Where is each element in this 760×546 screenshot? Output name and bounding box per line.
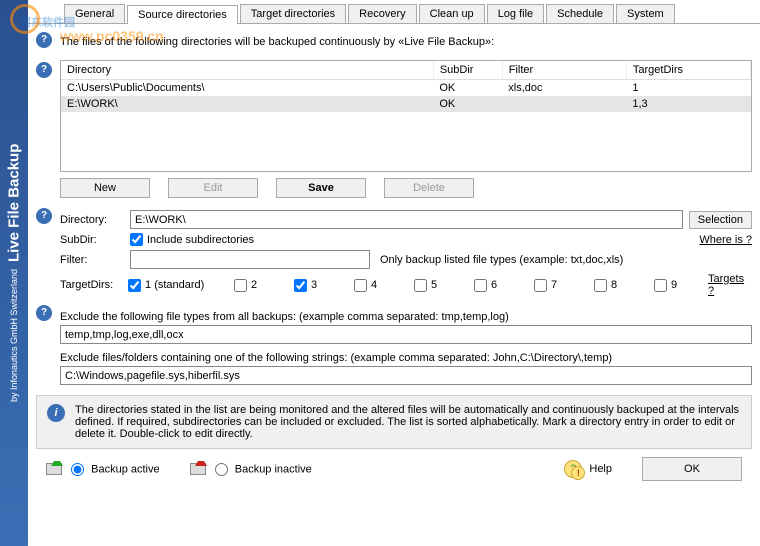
tab-source-directories[interactable]: Source directories — [127, 5, 238, 24]
delete-button[interactable]: Delete — [384, 178, 474, 198]
include-subdir-checkbox[interactable] — [130, 233, 143, 246]
info-text: The directories stated in the list are b… — [75, 404, 741, 440]
exclude-strings-label: Exclude files/folders containing one of … — [60, 352, 752, 364]
target-7[interactable]: 7 — [534, 279, 588, 292]
selection-button[interactable]: Selection — [689, 211, 752, 229]
target-checkbox-4[interactable] — [354, 279, 367, 292]
intro-text: The files of the following directories w… — [60, 36, 494, 48]
include-subdir-text: Include subdirectories — [147, 234, 254, 246]
target-checkbox-6[interactable] — [474, 279, 487, 292]
col-targetdirs[interactable]: TargetDirs — [626, 61, 750, 80]
save-button[interactable]: Save — [276, 178, 366, 198]
tab-schedule[interactable]: Schedule — [546, 4, 614, 23]
target-checkbox-9[interactable] — [654, 279, 667, 292]
disk-inactive-icon — [190, 463, 206, 475]
col-subdir[interactable]: SubDir — [433, 61, 502, 80]
new-button[interactable]: New — [60, 178, 150, 198]
app-sidebar: by Infonautics GmbH Switzerland Live Fil… — [0, 0, 28, 546]
directory-input[interactable] — [130, 210, 683, 229]
exclude-strings-input[interactable] — [60, 366, 752, 385]
tab-general[interactable]: General — [64, 4, 125, 23]
targets-link[interactable]: Targets ? — [708, 273, 752, 297]
exclude-types-input[interactable] — [60, 325, 752, 344]
targetdirs-label: TargetDirs: — [60, 279, 128, 291]
target-2[interactable]: 2 — [234, 279, 288, 292]
target-4[interactable]: 4 — [354, 279, 408, 292]
exclude-types-label: Exclude the following file types from al… — [60, 311, 752, 323]
target-checkbox-8[interactable] — [594, 279, 607, 292]
tab-recovery[interactable]: Recovery — [348, 4, 416, 23]
backup-inactive-option[interactable]: Backup inactive — [190, 463, 312, 476]
target-8[interactable]: 8 — [594, 279, 648, 292]
target-5[interactable]: 5 — [414, 279, 468, 292]
tab-log-file[interactable]: Log file — [487, 4, 544, 23]
info-icon: i — [47, 404, 65, 422]
ok-button[interactable]: OK — [642, 457, 742, 481]
tab-bar: GeneralSource directoriesTarget director… — [28, 0, 760, 24]
help-button[interactable]: ? Help — [564, 460, 612, 478]
backup-active-radio[interactable] — [71, 463, 84, 476]
filter-label: Filter: — [60, 254, 130, 266]
help-bubble-icon: ? — [564, 460, 582, 478]
app-byline: by Infonautics GmbH Switzerland — [9, 269, 19, 402]
table-row[interactable]: E:\WORK\OK1,3 — [61, 96, 751, 112]
tab-target-directories[interactable]: Target directories — [240, 4, 346, 23]
edit-button[interactable]: Edit — [168, 178, 258, 198]
help-icon[interactable]: ? — [36, 32, 52, 48]
help-icon[interactable]: ? — [36, 305, 52, 321]
help-icon[interactable]: ? — [36, 62, 52, 78]
target-checkbox-2[interactable] — [234, 279, 247, 292]
target-checkbox-5[interactable] — [414, 279, 427, 292]
subdir-label: SubDir: — [60, 234, 130, 246]
target-1[interactable]: 1 (standard) — [128, 279, 228, 292]
target-6[interactable]: 6 — [474, 279, 528, 292]
col-directory[interactable]: Directory — [61, 61, 433, 80]
target-3[interactable]: 3 — [294, 279, 348, 292]
filter-hint: Only backup listed file types (example: … — [380, 254, 623, 266]
directory-table[interactable]: DirectorySubDirFilterTargetDirs C:\Users… — [60, 60, 752, 172]
filter-input[interactable] — [130, 250, 370, 269]
target-checkbox-1[interactable] — [128, 279, 141, 292]
help-icon[interactable]: ? — [36, 208, 52, 224]
directory-label: Directory: — [60, 214, 130, 226]
table-row[interactable]: C:\Users\Public\Documents\OKxls,doc1 — [61, 80, 751, 97]
tab-clean-up[interactable]: Clean up — [419, 4, 485, 23]
target-checkbox-7[interactable] — [534, 279, 547, 292]
whereis-link[interactable]: Where is ? — [699, 234, 752, 246]
tab-system[interactable]: System — [616, 4, 675, 23]
backup-inactive-radio[interactable] — [215, 463, 228, 476]
app-title: Live File Backup — [6, 144, 23, 262]
target-9[interactable]: 9 — [654, 279, 708, 292]
col-filter[interactable]: Filter — [502, 61, 626, 80]
backup-active-option[interactable]: Backup active — [46, 463, 160, 476]
info-panel: i The directories stated in the list are… — [36, 395, 752, 449]
target-checkbox-3[interactable] — [294, 279, 307, 292]
disk-active-icon — [46, 463, 62, 475]
